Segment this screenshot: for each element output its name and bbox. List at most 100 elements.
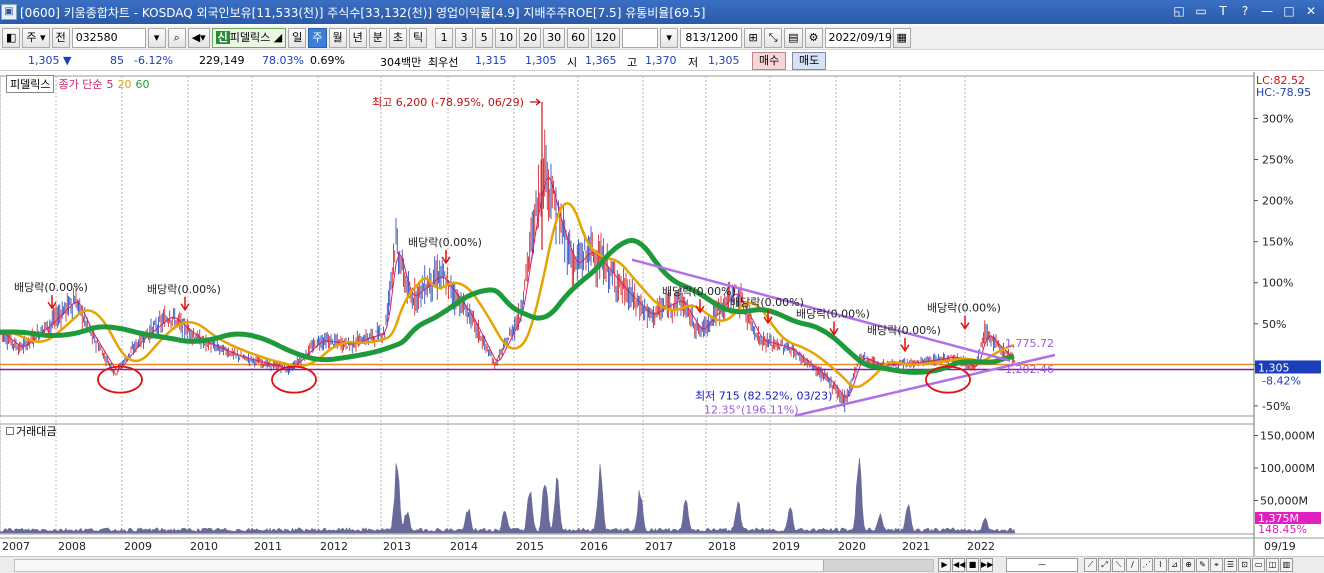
buy-button[interactable]: 매수 [752,52,787,70]
current-pct-label: -8.42% [1262,374,1301,387]
low-annotation: 최저 715 (82.52%, 03/23) [695,390,832,403]
draw-tool-8-icon[interactable]: ⊕ [1182,558,1195,572]
x-tick-label: 2010 [190,540,218,553]
interval-dropdown-icon[interactable]: ▾ [660,27,679,48]
price-chart[interactable]: 배당락(0.00%) 배당락(0.00%)배당락(0.00%)배당락(0.00%)… [0,72,1324,560]
stop-icon[interactable]: ■ [966,558,979,572]
prev-button[interactable]: 전 [51,27,70,48]
zoom-slider[interactable]: — [1006,558,1078,572]
text-icon[interactable]: T [1216,3,1230,19]
draw-tool-3-icon[interactable]: ⟍ [1112,558,1125,572]
volume-tick-label: 150,000M [1260,430,1315,443]
low-value: 1,305 [708,54,740,67]
price-legend: 피델릭스 종가 단순 5 20 60 [6,75,150,93]
ma5-legend: 5 [106,77,114,91]
y-tick-label: 50% [1262,318,1286,331]
tab-minute[interactable]: 분 [368,27,387,48]
close-button[interactable]: ✕ [1304,3,1318,19]
draw-tool-7-icon[interactable]: ⊿ [1168,558,1181,572]
tab-day[interactable]: 일 [288,27,307,48]
interval-3[interactable]: 3 [455,27,474,48]
tab-tick[interactable]: 틱 [409,27,428,48]
highlight-ellipse [271,365,317,394]
x-tick-label: 2021 [902,540,930,553]
scroll-first-icon[interactable]: ◀◀ [952,558,965,572]
stock-legend[interactable]: 피델릭스 [6,75,55,93]
high-value: 1,370 [645,54,677,67]
date-input[interactable]: 2022/09/19 [824,27,892,48]
x-tick-label: 2020 [838,540,866,553]
interval-custom-input[interactable] [622,27,659,48]
zoom-track[interactable]: — [1006,558,1078,572]
scroll-nav: ▶ ◀◀ ■ ▶▶ [938,558,993,572]
save-icon[interactable]: ▤ [784,27,803,48]
gear-icon[interactable]: ⚙ [804,27,823,48]
dividend-arrow [180,296,190,312]
stock-name-button[interactable]: 신 피델릭스 ◢ [211,27,287,48]
draw-tool-5-icon[interactable]: ⋰ [1140,558,1153,572]
mode-select[interactable]: 주 ▾ [22,27,50,48]
x-tick-label: 2016 [580,540,608,553]
draw-tool-14-icon[interactable]: ◫ [1266,558,1279,572]
dividend-arrow [47,295,57,310]
draw-tool-9-icon[interactable]: ✎ [1196,558,1209,572]
y-tick-label: 250% [1262,154,1293,167]
scroll-thumb[interactable] [823,560,933,571]
x-tick-label: 2017 [645,540,673,553]
dividend-label: 배당락(0.00%) [927,302,1001,315]
tab-month[interactable]: 월 [328,27,347,48]
code-input[interactable]: 032580 [71,27,146,48]
interval-30[interactable]: 30 [543,27,566,48]
interval-1[interactable]: 1 [435,27,454,48]
draw-tool-12-icon[interactable]: ⊡ [1238,558,1251,572]
interval-60[interactable]: 60 [567,27,590,48]
draw-tool-6-icon[interactable]: ⌇ [1154,558,1167,572]
change-value: 85 [110,54,124,67]
y-tick-label: 300% [1262,112,1293,125]
draw-tool-11-icon[interactable]: ☰ [1224,558,1237,572]
chart-scroll[interactable] [14,559,934,572]
draw-tool-10-icon[interactable]: ⌖ [1210,558,1223,572]
x-tick-label: 2011 [254,540,282,553]
draw-tool-4-icon[interactable]: ∕ [1126,558,1139,572]
scroll-left-icon[interactable]: ▶ [938,558,951,572]
play-icon[interactable]: ▶▶ [980,558,993,572]
dropdown-arrow-icon[interactable]: ▾ [147,27,166,48]
link-icon[interactable]: ◱ [1172,3,1186,19]
tab-week[interactable]: 주 [308,27,327,48]
interval-5[interactable]: 5 [475,27,494,48]
sell-button[interactable]: 매도 [792,52,827,70]
search-icon[interactable]: ⌕ [167,27,186,48]
best-bid: 1,305 [525,54,557,67]
help-icon[interactable]: ? [1238,3,1252,19]
minimize-button[interactable]: — [1260,3,1274,19]
tab-year[interactable]: 년 [348,27,367,48]
interval-120[interactable]: 120 [591,27,621,48]
speaker-icon[interactable]: ◀▾ [187,27,210,48]
change-pct: -6.12% [134,54,173,67]
calendar-icon[interactable]: ▦ [892,27,911,48]
y-tick-label: -50% [1262,400,1290,413]
x-tick-label: 2015 [516,540,544,553]
volume-bars [0,458,1016,534]
bottom-scrollbar: ▶ ◀◀ ■ ▶▶ — ⟋ ⤢ ⟍ ∕ ⋰ ⌇ ⊿ ⊕ ✎ ⌖ ☰ ⊡ ▭ ◫ … [0,556,1324,573]
tile-icon[interactable]: ▭ [1194,3,1208,19]
draw-tool-1-icon[interactable]: ⟋ [1084,558,1097,572]
y-tick-label: 150% [1262,236,1293,249]
volume-tick-label: 100,000M [1260,462,1315,475]
interval-10[interactable]: 10 [495,27,518,48]
zoom-icon[interactable]: ⊞ [744,27,763,48]
tool-icon[interactable]: ⤡ [764,27,783,48]
draw-tool-13-icon[interactable]: ▭ [1252,558,1265,572]
x-tick-label: 09/19 [1264,540,1296,553]
turnover: 0.69% [310,54,345,67]
x-tick-label: 2013 [383,540,411,553]
interval-20[interactable]: 20 [519,27,542,48]
tab-second[interactable]: 초 [388,27,407,48]
layout-icon[interactable]: ◧ [2,27,21,48]
ma60-legend: 60 [135,77,150,91]
count-input[interactable]: 813/1200 [680,27,743,48]
draw-tool-2-icon[interactable]: ⤢ [1098,558,1111,572]
draw-tool-15-icon[interactable]: ▥ [1280,558,1293,572]
maximize-button[interactable]: □ [1282,3,1296,19]
